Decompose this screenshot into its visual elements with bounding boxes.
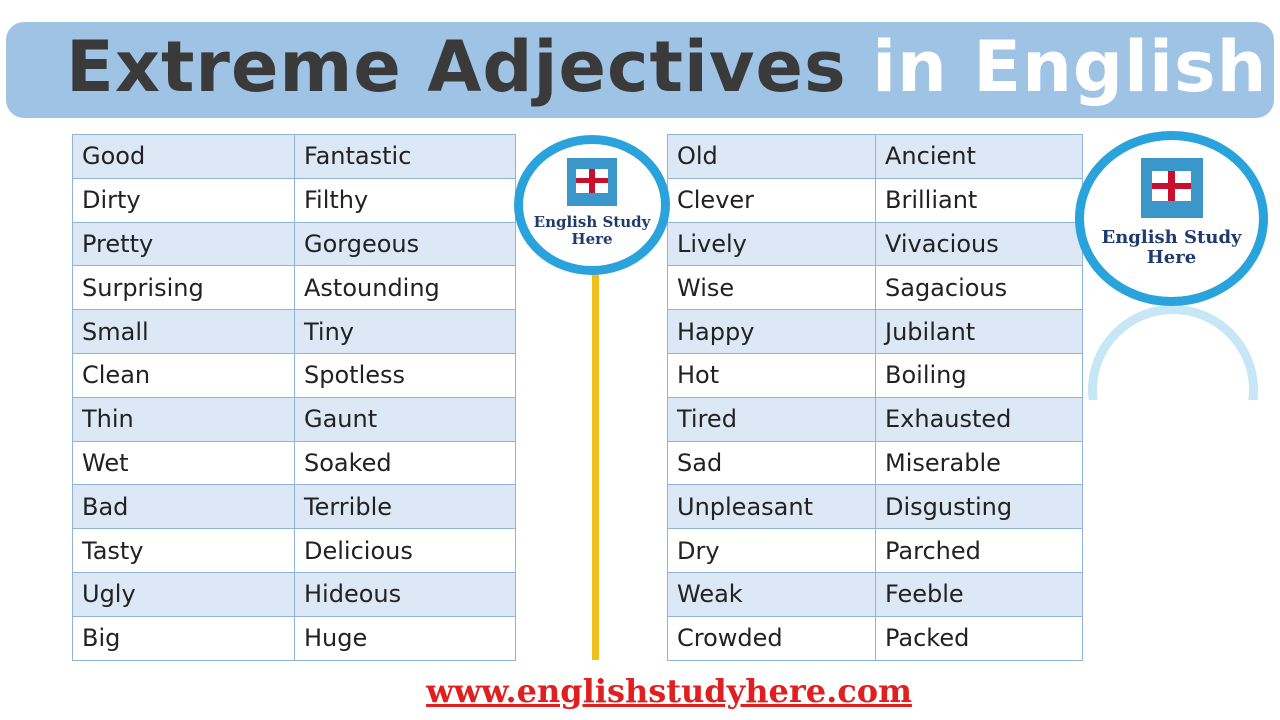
table-row: Small Tiny (72, 309, 516, 354)
extreme-adjective: Terrible (294, 484, 516, 530)
base-adjective: Big (72, 615, 295, 661)
title-part-2: in English (872, 26, 1268, 108)
base-adjective: Lively (667, 221, 876, 267)
base-adjective: Ugly (72, 571, 295, 617)
extreme-adjective: Packed (875, 615, 1083, 661)
base-adjective: Clean (72, 352, 295, 398)
table-row: Good Fantastic (72, 134, 516, 179)
extreme-adjective: Feeble (875, 571, 1083, 617)
left-adjectives-table: Good Fantastic Dirty Filthy Pretty Gorgeous Su… (72, 134, 516, 661)
table-row: Weak Feeble (667, 571, 1083, 617)
extreme-adjective: Filthy (294, 177, 516, 223)
base-adjective: Weak (667, 571, 876, 617)
base-adjective: Wet (72, 440, 295, 486)
right-adjectives-table: Old Ancient Clever Brilliant Lively Vivacious… (667, 134, 1083, 661)
table-row: Wet Soaked (72, 440, 516, 486)
table-row: Happy Jubilant (667, 309, 1083, 354)
table-row: Pretty Gorgeous (72, 221, 516, 267)
table-row: Unpleasant Disgusting (667, 484, 1083, 530)
website-link[interactable]: www.englishstudyhere.com (0, 672, 1280, 710)
base-adjective: Unpleasant (667, 484, 876, 530)
base-adjective: Thin (72, 396, 295, 442)
base-adjective: Tasty (72, 528, 295, 573)
table-row: Dirty Filthy (72, 177, 516, 223)
extreme-adjective: Tiny (294, 309, 516, 354)
base-adjective: Pretty (72, 221, 295, 267)
extreme-adjective: Delicious (294, 528, 516, 573)
table-row: Old Ancient (667, 134, 1083, 179)
base-adjective: Old (667, 134, 876, 179)
extreme-adjective: Astounding (294, 265, 516, 311)
logo-small: English Study Here (514, 135, 670, 275)
book-flag-icon (567, 158, 617, 206)
table-row: Lively Vivacious (667, 221, 1083, 267)
base-adjective: Dirty (72, 177, 295, 223)
base-adjective: Dry (667, 528, 876, 573)
page-title: Extreme Adjectives in English (66, 22, 1268, 118)
extreme-adjective: Vivacious (875, 221, 1083, 267)
table-row: Bad Terrible (72, 484, 516, 530)
extreme-adjective: Fantastic (294, 134, 516, 179)
logo-text-2: Here (1146, 246, 1197, 268)
table-row: Tasty Delicious (72, 528, 516, 573)
base-adjective: Bad (72, 484, 295, 530)
base-adjective: Wise (667, 265, 876, 311)
extreme-adjective: Gaunt (294, 396, 516, 442)
base-adjective: Happy (667, 309, 876, 354)
extreme-adjective: Parched (875, 528, 1083, 573)
extreme-adjective: Brilliant (875, 177, 1083, 223)
table-row: Hot Boiling (667, 352, 1083, 398)
base-adjective: Clever (667, 177, 876, 223)
logo-text-2: Here (571, 229, 613, 248)
table-row: Dry Parched (667, 528, 1083, 573)
base-adjective: Tired (667, 396, 876, 442)
table-row: Sad Miserable (667, 440, 1083, 486)
table-row: Tired Exhausted (667, 396, 1083, 442)
table-row: Ugly Hideous (72, 571, 516, 617)
base-adjective: Crowded (667, 615, 876, 661)
extreme-adjective: Huge (294, 615, 516, 661)
logo-reflection: English StudyHere (1078, 305, 1268, 400)
table-row: Clever Brilliant (667, 177, 1083, 223)
extreme-adjective: Miserable (875, 440, 1083, 486)
extreme-adjective: Gorgeous (294, 221, 516, 267)
extreme-adjective: Exhausted (875, 396, 1083, 442)
base-adjective: Good (72, 134, 295, 179)
extreme-adjective: Disgusting (875, 484, 1083, 530)
extreme-adjective: Boiling (875, 352, 1083, 398)
table-row: Wise Sagacious (667, 265, 1083, 311)
book-flag-icon (1140, 158, 1203, 218)
logo-text-1: English Study (533, 213, 651, 231)
title-part-1: Extreme Adjectives (66, 26, 847, 108)
base-adjective: Small (72, 309, 295, 354)
logo-text-1: English Study (1101, 227, 1242, 248)
table-row: Thin Gaunt (72, 396, 516, 442)
extreme-adjective: Sagacious (875, 265, 1083, 311)
table-row: Crowded Packed (667, 615, 1083, 661)
extreme-adjective: Jubilant (875, 309, 1083, 354)
extreme-adjective: Hideous (294, 571, 516, 617)
table-row: Surprising Astounding (72, 265, 516, 311)
base-adjective: Hot (667, 352, 876, 398)
extreme-adjective: Soaked (294, 440, 516, 486)
table-row: Big Huge (72, 615, 516, 661)
extreme-adjective: Spotless (294, 352, 516, 398)
extreme-adjective: Ancient (875, 134, 1083, 179)
table-row: Clean Spotless (72, 352, 516, 398)
logo-large: English Study Here (1075, 131, 1268, 306)
base-adjective: Sad (667, 440, 876, 486)
base-adjective: Surprising (72, 265, 295, 311)
